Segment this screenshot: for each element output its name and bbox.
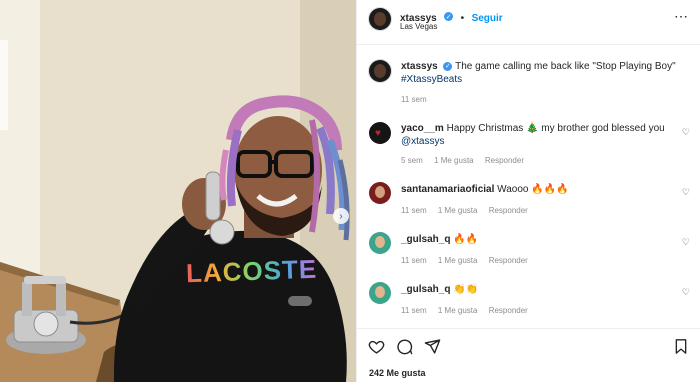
comment-time[interactable]: 11 sem xyxy=(401,306,427,315)
comment-body: Happy Christmas 🎄 my brother god blessed… xyxy=(446,123,665,134)
comment-meta: 5 sem 1 Me gusta Responder xyxy=(401,156,533,165)
more-options-icon[interactable]: ⋯ xyxy=(674,8,689,25)
comment-time[interactable]: 11 sem xyxy=(401,256,427,265)
post-header: xtassys ✓ • Seguir Las Vegas ⋯ xyxy=(357,0,700,45)
caption-text: xtassys ✓ The game calling me back like … xyxy=(401,60,691,86)
caption-avatar[interactable] xyxy=(369,60,391,82)
comment-likes[interactable]: 1 Me gusta xyxy=(434,156,474,165)
verified-icon: ✓ xyxy=(444,12,454,22)
caption-hashtag[interactable]: #XtassyBeats xyxy=(401,74,462,85)
comment-meta: 11 sem 1 Me gusta Responder xyxy=(401,206,537,215)
comment-avatar[interactable] xyxy=(369,182,391,204)
caption-username[interactable]: xtassys xyxy=(401,61,438,72)
bookmark-icon[interactable] xyxy=(673,338,689,355)
comment-like-icon[interactable]: ♡ xyxy=(682,187,690,198)
comment-text: santanamariaoficial Waooo 🔥🔥🔥 xyxy=(401,183,671,196)
comment-like-icon[interactable]: ♡ xyxy=(682,127,690,138)
comment-avatar[interactable] xyxy=(369,282,391,304)
comment-time[interactable]: 5 sem xyxy=(401,156,423,165)
comment-text: _gulsah_q 👏👏 xyxy=(401,283,671,296)
post-actions: 242 Me gusta xyxy=(357,328,700,383)
caption-time[interactable]: 11 sem xyxy=(401,95,427,104)
comment-likes[interactable]: 1 Me gusta xyxy=(438,206,478,215)
comment-username[interactable]: _gulsah_q xyxy=(401,234,450,245)
crocodile-logo-icon xyxy=(288,296,312,306)
comment-like-icon[interactable]: ♡ xyxy=(682,237,690,248)
comment-like-icon[interactable]: ♡ xyxy=(682,287,690,298)
comment-mention[interactable]: @xtassys xyxy=(401,136,445,147)
comment-body: 🔥🔥 xyxy=(453,234,479,245)
comment-text: yaco__m Happy Christmas 🎄 my brother god… xyxy=(401,122,671,148)
photo-illustration xyxy=(0,0,356,382)
comment-username[interactable]: santanamariaoficial xyxy=(401,184,494,195)
comment-icon[interactable] xyxy=(396,338,413,355)
comment-avatar[interactable]: ♥ xyxy=(369,122,391,144)
reply-button[interactable]: Responder xyxy=(485,156,524,165)
comment-meta: 11 sem 1 Me gusta Responder xyxy=(401,306,537,315)
reply-button[interactable]: Responder xyxy=(489,306,528,315)
author-avatar[interactable] xyxy=(369,8,391,30)
comment-meta: 11 sem 1 Me gusta Responder xyxy=(401,256,537,265)
comment-text: _gulsah_q 🔥🔥 xyxy=(401,233,671,246)
post-dialog: LACOSTE › xtassys ✓ • Seguir Las Vegas ⋯ xyxy=(0,0,700,382)
likes-count[interactable]: 242 Me gusta xyxy=(369,368,426,378)
chevron-right-icon: › xyxy=(339,210,343,222)
post-side-panel: xtassys ✓ • Seguir Las Vegas ⋯ xtassys ✓… xyxy=(356,0,700,382)
separator-dot: • xyxy=(460,13,465,24)
follow-button[interactable]: Seguir xyxy=(472,13,503,24)
shirt-brand-text: LACOSTE xyxy=(185,253,318,289)
comment-likes[interactable]: 1 Me gusta xyxy=(438,306,478,315)
verified-icon: ✓ xyxy=(443,61,453,71)
post-location[interactable]: Las Vegas xyxy=(400,22,437,31)
comment-time[interactable]: 11 sem xyxy=(401,206,427,215)
reply-button[interactable]: Responder xyxy=(489,206,528,215)
heart-icon[interactable] xyxy=(368,338,385,355)
caption-body: The game calling me back like "Stop Play… xyxy=(455,61,676,72)
share-icon[interactable] xyxy=(424,338,441,355)
reply-button[interactable]: Responder xyxy=(489,256,528,265)
comment-body: Waooo 🔥🔥🔥 xyxy=(497,184,569,195)
comment-avatar[interactable] xyxy=(369,232,391,254)
carousel-next-button[interactable]: › xyxy=(333,208,349,224)
post-photo[interactable]: LACOSTE › xyxy=(0,0,356,382)
comment-username[interactable]: _gulsah_q xyxy=(401,284,450,295)
comment-username[interactable]: yaco__m xyxy=(401,123,444,134)
comment-likes[interactable]: 1 Me gusta xyxy=(438,256,478,265)
comment-body: 👏👏 xyxy=(453,284,479,295)
